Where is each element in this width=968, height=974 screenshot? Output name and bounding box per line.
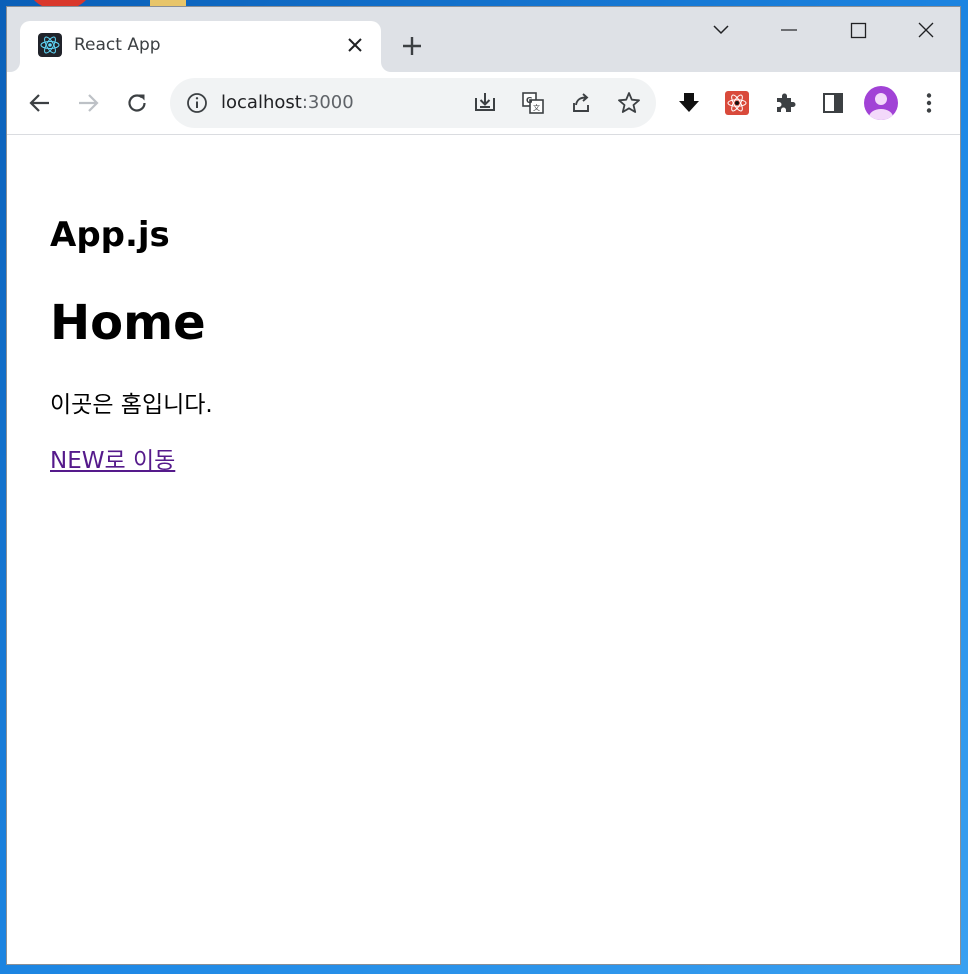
install-app-icon[interactable] xyxy=(471,89,499,117)
tab-strip: React App xyxy=(7,7,960,72)
url-host: localhost xyxy=(221,92,302,113)
side-panel-icon[interactable] xyxy=(819,89,847,117)
new-page-link[interactable]: NEW로 이동 xyxy=(50,441,175,475)
share-icon[interactable] xyxy=(567,89,595,117)
address-bar[interactable]: localhost:3000 G文 xyxy=(170,78,656,128)
new-tab-icon[interactable] xyxy=(400,34,424,58)
browser-toolbar: localhost:3000 G文 xyxy=(7,72,960,135)
svg-text:文: 文 xyxy=(533,103,540,112)
react-devtools-extension-icon[interactable] xyxy=(723,89,751,117)
url-port: :3000 xyxy=(301,92,354,113)
back-arrow-icon[interactable] xyxy=(26,89,54,117)
maximize-icon[interactable] xyxy=(838,17,878,45)
site-info-icon[interactable] xyxy=(183,89,211,117)
app-heading: App.js xyxy=(50,215,170,255)
profile-avatar[interactable] xyxy=(864,86,898,120)
translate-icon[interactable]: G文 xyxy=(519,89,547,117)
tab-title: React App xyxy=(74,35,161,55)
tab-search-chevron-icon[interactable] xyxy=(701,17,741,45)
close-tab-icon[interactable] xyxy=(345,35,365,55)
home-description: 이곳은 홈입니다. xyxy=(50,392,213,418)
more-menu-icon[interactable] xyxy=(915,89,943,117)
tab-react-app[interactable]: React App xyxy=(20,21,381,72)
browser-window: React App localhost:3000 G 文 App.js Home… xyxy=(6,6,961,965)
minimize-icon[interactable] xyxy=(769,17,809,45)
page-content: App.js Home 이곳은 홈입니다. NEW로 이동 xyxy=(7,135,960,964)
reload-icon[interactable] xyxy=(123,89,151,117)
url-text: localhost:3000 xyxy=(221,92,354,113)
react-logo-icon xyxy=(38,33,62,57)
forward-arrow-icon[interactable] xyxy=(74,89,102,117)
svg-text:G: G xyxy=(526,96,533,105)
page-title: Home xyxy=(50,295,206,351)
close-window-icon[interactable] xyxy=(906,17,946,45)
extensions-puzzle-icon[interactable] xyxy=(771,89,799,117)
download-extension-icon[interactable] xyxy=(675,89,703,117)
bookmark-star-icon[interactable] xyxy=(615,89,643,117)
